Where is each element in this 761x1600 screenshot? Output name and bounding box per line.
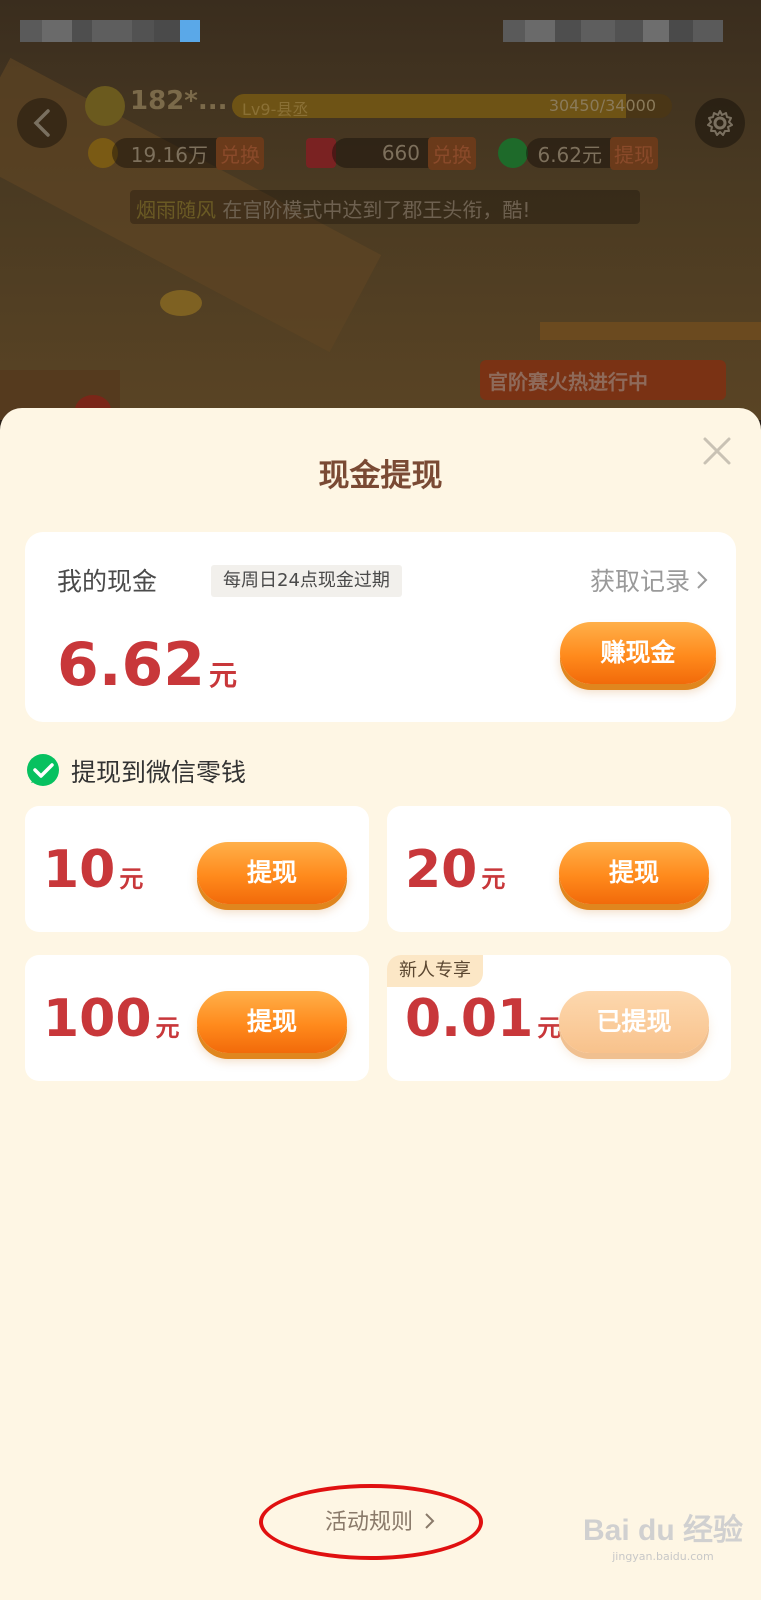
- background-beam-shape: [540, 322, 761, 340]
- withdraw-target: 提现到微信零钱: [25, 753, 246, 789]
- annotation-highlight-oval: [259, 1484, 483, 1560]
- gear-icon: [707, 110, 733, 136]
- level-progress-text: 30450/34000: [548, 96, 656, 115]
- my-cash-card: 我的现金 每周日24点现金过期 获取记录 6.62 元 赚现金: [25, 532, 736, 722]
- cash-withdraw-sheet: 现金提现 我的现金 每周日24点现金过期 获取记录 6.62 元 赚现金 提现到…: [0, 408, 761, 1600]
- exchange-ingots-button[interactable]: 兑换: [216, 136, 264, 170]
- withdraw-option-0-01: 新人专享 0.01 元 已提现: [387, 955, 731, 1081]
- marquee-player-name: 烟雨随风: [136, 198, 216, 222]
- withdraw-option-amount: 20 元: [405, 840, 505, 900]
- option-amount-unit: 元: [119, 865, 144, 893]
- earn-cash-button[interactable]: 赚现金: [560, 622, 716, 684]
- level-name: Lv9-县丞: [242, 100, 309, 118]
- option-amount-number: 20: [405, 840, 478, 900]
- level-progress-bar: Lv9-县丞 30450/34000: [232, 94, 672, 118]
- cash-balance: 6.62 元: [57, 630, 237, 700]
- resource-cash-value: 6.62元: [537, 142, 602, 167]
- withdraw-option-100: 100 元 提现: [25, 955, 369, 1081]
- close-icon: [703, 437, 731, 465]
- chevron-left-icon: [33, 109, 50, 137]
- withdraw-option-20: 20 元 提现: [387, 806, 731, 932]
- svg-text:Bai du 经验: Bai du 经验: [583, 1513, 743, 1547]
- event-banner-text: 官阶赛火热进行中: [488, 369, 648, 394]
- cash-balance-amount: 6.62: [57, 630, 206, 700]
- withdraw-button-10[interactable]: 提现: [197, 842, 347, 904]
- withdraw-button-100[interactable]: 提现: [197, 991, 347, 1053]
- withdraw-option-amount: 0.01 元: [405, 989, 561, 1049]
- option-amount-unit: 元: [481, 865, 506, 893]
- withdraw-target-label: 提现到微信零钱: [71, 758, 247, 787]
- withdrawn-button-0-01: 已提现: [559, 991, 709, 1053]
- option-amount-number: 10: [43, 840, 116, 900]
- withdraw-button-20[interactable]: 提现: [559, 842, 709, 904]
- option-amount-number: 100: [43, 989, 152, 1049]
- baidu-jingyan-watermark: Bai du 经验 jingyan.baidu.com: [583, 1506, 743, 1576]
- chevron-right-icon: [697, 571, 708, 589]
- resource-ingots: 19.16万 兑换: [88, 136, 264, 170]
- withdraw-option-10: 10 元 提现: [25, 806, 369, 932]
- withdraw-option-amount: 100 元: [43, 989, 180, 1049]
- status-bar-left-blurred: [20, 20, 200, 42]
- resource-cash: 6.62元 提现: [498, 136, 658, 170]
- resource-ingots-value: 19.16万: [130, 142, 208, 167]
- sheet-title: 现金提现: [318, 458, 443, 494]
- avatar[interactable]: [85, 86, 125, 126]
- broadcast-marquee: 烟雨随风 在官阶模式中达到了郡王头衔，酷!: [130, 190, 640, 224]
- settings-button[interactable]: [695, 98, 745, 148]
- expire-note: 每周日24点现金过期: [211, 565, 402, 597]
- event-banner[interactable]: 官阶赛火热进行中: [480, 360, 726, 400]
- watermark-url: jingyan.baidu.com: [612, 1550, 714, 1563]
- option-amount-number: 0.01: [405, 989, 534, 1049]
- user-name: 182*...: [130, 86, 228, 116]
- wechat-check-icon: [27, 754, 59, 786]
- cash-balance-unit: 元: [209, 659, 238, 692]
- withdraw-cash-button[interactable]: 提现: [610, 136, 658, 170]
- earn-record-link[interactable]: 获取记录: [590, 562, 708, 598]
- game-background: 182*... Lv9-县丞 30450/34000 19.16万 兑换 660…: [0, 0, 761, 420]
- marquee-text: 在官阶模式中达到了郡王头衔，酷!: [216, 198, 531, 222]
- back-button[interactable]: [17, 98, 67, 148]
- option-amount-unit: 元: [537, 1014, 562, 1042]
- baidu-paw-logo: Bai du 经验: [583, 1513, 743, 1547]
- background-coin-shape: [160, 290, 202, 316]
- resource-gifts-value: 660: [381, 141, 420, 165]
- my-cash-label: 我的现金: [57, 567, 158, 596]
- earn-record-label: 获取记录: [589, 567, 690, 596]
- resource-gifts: 660 兑换: [306, 136, 476, 170]
- exchange-gifts-button[interactable]: 兑换: [428, 136, 476, 170]
- withdraw-option-amount: 10 元: [43, 840, 143, 900]
- option-amount-unit: 元: [155, 1014, 180, 1042]
- status-bar-right-blurred: [503, 20, 723, 42]
- newbie-only-tag: 新人专享: [387, 955, 483, 987]
- close-button[interactable]: [700, 434, 734, 468]
- cash-check-icon: [498, 138, 528, 168]
